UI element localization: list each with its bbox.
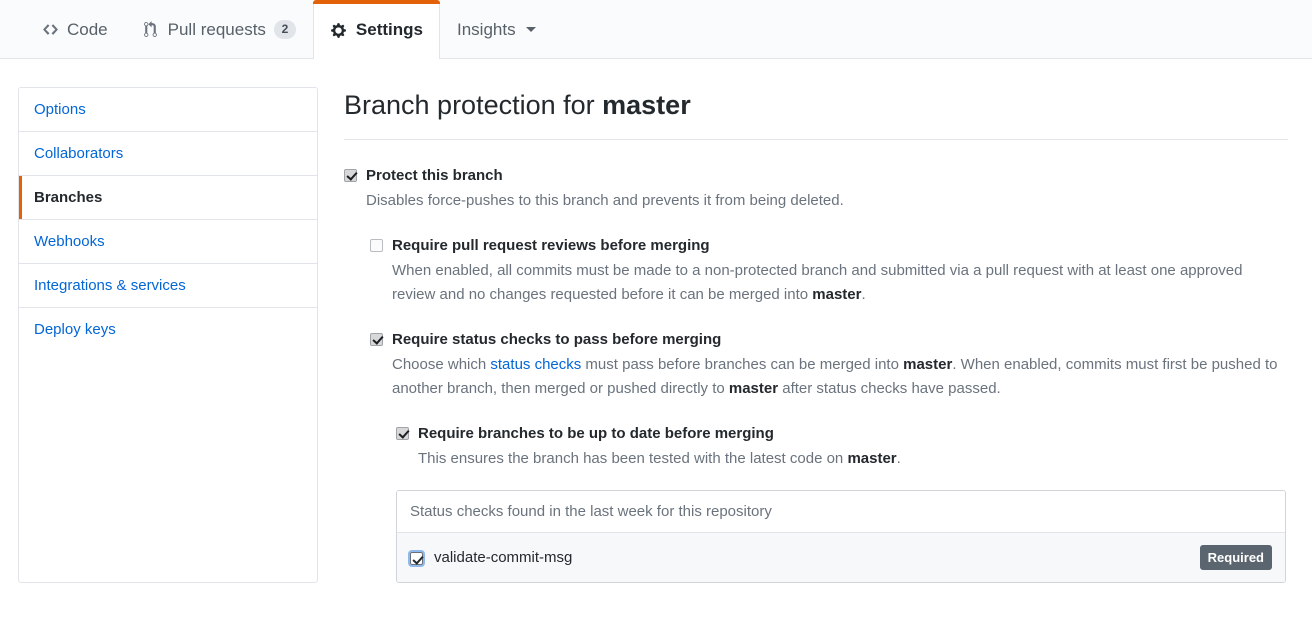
git-pull-request-icon [142, 21, 160, 39]
protect-this-branch-label[interactable]: Protect this branch [366, 166, 503, 186]
field-require-status-checks: Require status checks to pass before mer… [370, 330, 1288, 402]
note-branch-2: master [728, 380, 779, 398]
note-branch: master [812, 286, 862, 304]
status-checks-box: Status checks found in the last week for… [396, 489, 1286, 583]
tab-insights[interactable]: Insights [440, 0, 553, 58]
settings-page: Options Collaborators Branches Webhooks … [0, 59, 1312, 583]
note-text-end: . [861, 286, 866, 304]
page-title-branch: master [602, 90, 691, 120]
sidebar-item-label: Options [34, 101, 86, 118]
field-protect-this-branch: Protect this branch Disables force-pushe… [344, 166, 1288, 214]
status-check-checkbox[interactable] [408, 550, 425, 568]
require-pull-request-reviews-label[interactable]: Require pull request reviews before merg… [392, 236, 710, 256]
sidebar-item-deploy-keys[interactable]: Deploy keys [19, 308, 317, 351]
require-branches-up-to-date-label[interactable]: Require branches to be up to date before… [418, 424, 774, 444]
require-status-checks-checkbox[interactable] [370, 332, 383, 346]
repository-tabnav: Code Pull requests 2 Settings Insights [0, 0, 1312, 59]
code-icon [41, 21, 59, 39]
protect-this-branch-checkbox[interactable] [344, 168, 357, 182]
status-badge: Required [1199, 544, 1272, 570]
note-text: This ensures the branch has been tested … [418, 450, 848, 468]
chevron-down-icon [525, 27, 536, 32]
note-text: Disables force-pushes to this branch and… [366, 192, 844, 210]
page-title: Branch protection for master [344, 89, 1288, 123]
note-text-end: . [896, 450, 901, 468]
tab-settings-label: Settings [355, 20, 423, 39]
tab-code[interactable]: Code [24, 0, 125, 58]
note-branch: master [847, 450, 897, 468]
status-checks-link[interactable]: status checks [490, 356, 581, 373]
page-title-prefix: Branch protection for [344, 90, 603, 120]
sidebar-item-integrations-services[interactable]: Integrations & services [19, 264, 317, 308]
require-status-checks-note: Choose which status checks must pass bef… [392, 353, 1288, 402]
gear-icon [330, 21, 348, 39]
sidebar-item-label: Integrations & services [34, 277, 186, 294]
settings-sidebar: Options Collaborators Branches Webhooks … [18, 87, 318, 583]
note-text-2: must pass before branches can be merged … [581, 356, 904, 374]
require-branches-up-to-date-checkbox[interactable] [396, 426, 409, 440]
sidebar-item-label: Collaborators [34, 145, 124, 162]
branch-protection-content: Branch protection for master Protect thi… [344, 87, 1288, 583]
tab-pull-requests-label: Pull requests [167, 19, 266, 39]
tab-settings[interactable]: Settings [312, 0, 441, 59]
tab-insights-label: Insights [456, 19, 516, 39]
field-require-pull-request-reviews: Require pull request reviews before merg… [370, 236, 1288, 308]
require-branches-up-to-date-note: This ensures the branch has been tested … [418, 447, 1288, 471]
sidebar-item-webhooks[interactable]: Webhooks [19, 220, 317, 264]
sidebar-item-label: Branches [34, 189, 103, 206]
sidebar-item-options[interactable]: Options [19, 88, 317, 132]
sidebar-item-label: Deploy keys [34, 321, 116, 338]
status-checks-box-header: Status checks found in the last week for… [397, 490, 1285, 533]
sidebar-item-branches[interactable]: Branches [19, 176, 317, 220]
sidebar-item-label: Webhooks [34, 233, 105, 250]
protect-this-branch-note: Disables force-pushes to this branch and… [366, 189, 1286, 213]
pull-requests-counter: 2 [273, 20, 296, 39]
title-divider [344, 138, 1288, 140]
status-check-name: validate-commit-msg [434, 548, 573, 566]
note-branch-1: master [903, 356, 953, 374]
tab-code-label: Code [67, 19, 108, 39]
require-pull-request-reviews-note: When enabled, all commits must be made t… [392, 259, 1288, 308]
field-require-branches-up-to-date: Require branches to be up to date before… [396, 424, 1288, 472]
tab-pull-requests[interactable]: Pull requests 2 [125, 0, 313, 58]
note-text: Choose which [392, 356, 491, 374]
require-status-checks-label[interactable]: Require status checks to pass before mer… [392, 330, 721, 350]
note-text-4: after status checks have passed. [778, 380, 1001, 398]
sidebar-item-collaborators[interactable]: Collaborators [19, 132, 317, 176]
status-check-row: validate-commit-msg Required [397, 532, 1285, 582]
require-pull-request-reviews-checkbox[interactable] [370, 238, 383, 252]
